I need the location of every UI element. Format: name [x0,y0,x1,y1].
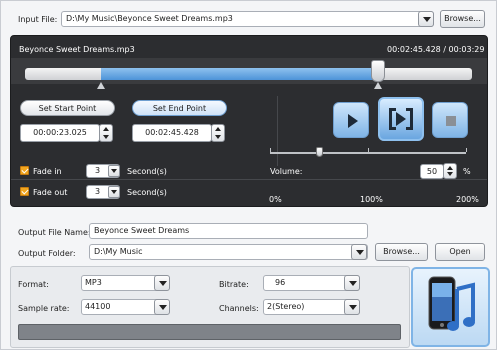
panel-separator [11,179,487,180]
volume-label: Volume: [270,167,303,176]
selected-range [100,68,379,80]
channels-label: Channels: [219,304,259,313]
fade-in-checkbox[interactable] [20,166,29,175]
volume-slider-handle[interactable] [316,147,323,157]
stop-button[interactable] [432,102,468,138]
format-label: Format: [18,280,49,289]
track-time: 00:02:45.428 / 00:03:29 [387,45,485,54]
fade-in-unit: Second(s) [127,167,167,176]
converter-window: Input File: D:\My Music\Beyonce Sweet Dr… [0,0,497,350]
panel-divider [277,96,278,166]
volume-field[interactable]: 50 [420,164,444,179]
play-selection-icon [389,108,413,130]
fade-out-label: Fade out [33,188,68,197]
start-time-field[interactable]: 00:00:23.025 [20,124,100,142]
timeline-track[interactable] [25,68,472,80]
end-time-field[interactable]: 00:02:45.428 [132,124,212,142]
set-end-point-button[interactable]: Set End Point [132,100,227,116]
volume-spinner[interactable] [443,163,457,179]
set-start-point-button[interactable]: Set Start Point [20,100,115,116]
input-file-dropdown-button[interactable] [418,11,434,27]
phone-music-device-icon [428,276,475,331]
input-file-field[interactable]: D:\My Music\Beyonce Sweet Dreams.mp3 [61,11,434,27]
channels-dropdown-button[interactable] [344,299,360,315]
play-selection-button[interactable] [378,97,424,141]
volume-tick-0: 0% [269,195,282,204]
fade-out-checkbox[interactable] [20,187,29,196]
volume-tick [270,148,271,152]
output-browse-button[interactable]: Browse... [375,243,428,261]
volume-tick-100: 100% [360,195,383,204]
output-name-field[interactable]: Beyonce Sweet Dreams [89,223,368,239]
convert-to-device-button[interactable] [411,267,490,347]
open-button[interactable]: Open [435,243,485,261]
volume-tick [368,148,369,152]
volume-slider-track[interactable] [270,152,466,154]
end-marker-icon[interactable] [374,82,383,89]
stop-icon [446,116,456,126]
player-panel: Beyonce Sweet Dreams.mp3 00:02:45.428 / … [10,35,488,207]
output-name-label: Output File Name: [18,228,91,237]
output-folder-dropdown-button[interactable] [351,244,367,260]
track-filename: Beyonce Sweet Dreams.mp3 [19,45,135,54]
end-time-spinner[interactable] [211,124,225,142]
playhead-handle[interactable] [371,60,386,82]
input-file-label: Input File: [18,15,58,24]
fade-in-label: Fade in [33,167,62,176]
conversion-progress-bar [18,324,401,340]
volume-tick-200: 200% [456,195,479,204]
play-button[interactable] [333,102,369,138]
bitrate-label: Bitrate: [219,280,249,289]
fade-out-dropdown-button[interactable] [108,186,120,198]
output-folder-field[interactable]: D:\My Music [89,244,368,260]
start-marker-icon[interactable] [96,82,105,89]
fade-in-dropdown-button[interactable] [108,165,120,177]
volume-unit: % [463,167,471,176]
start-time-spinner[interactable] [99,124,113,142]
input-browse-button[interactable]: Browse... [440,10,485,28]
play-icon [348,114,358,128]
samplerate-label: Sample rate: [18,304,70,313]
bitrate-dropdown-button[interactable] [344,275,360,291]
samplerate-dropdown-button[interactable] [154,299,170,315]
format-dropdown-button[interactable] [154,275,170,291]
fade-out-unit: Second(s) [127,188,167,197]
output-folder-label: Output Folder: [18,249,76,258]
volume-tick [466,148,467,152]
